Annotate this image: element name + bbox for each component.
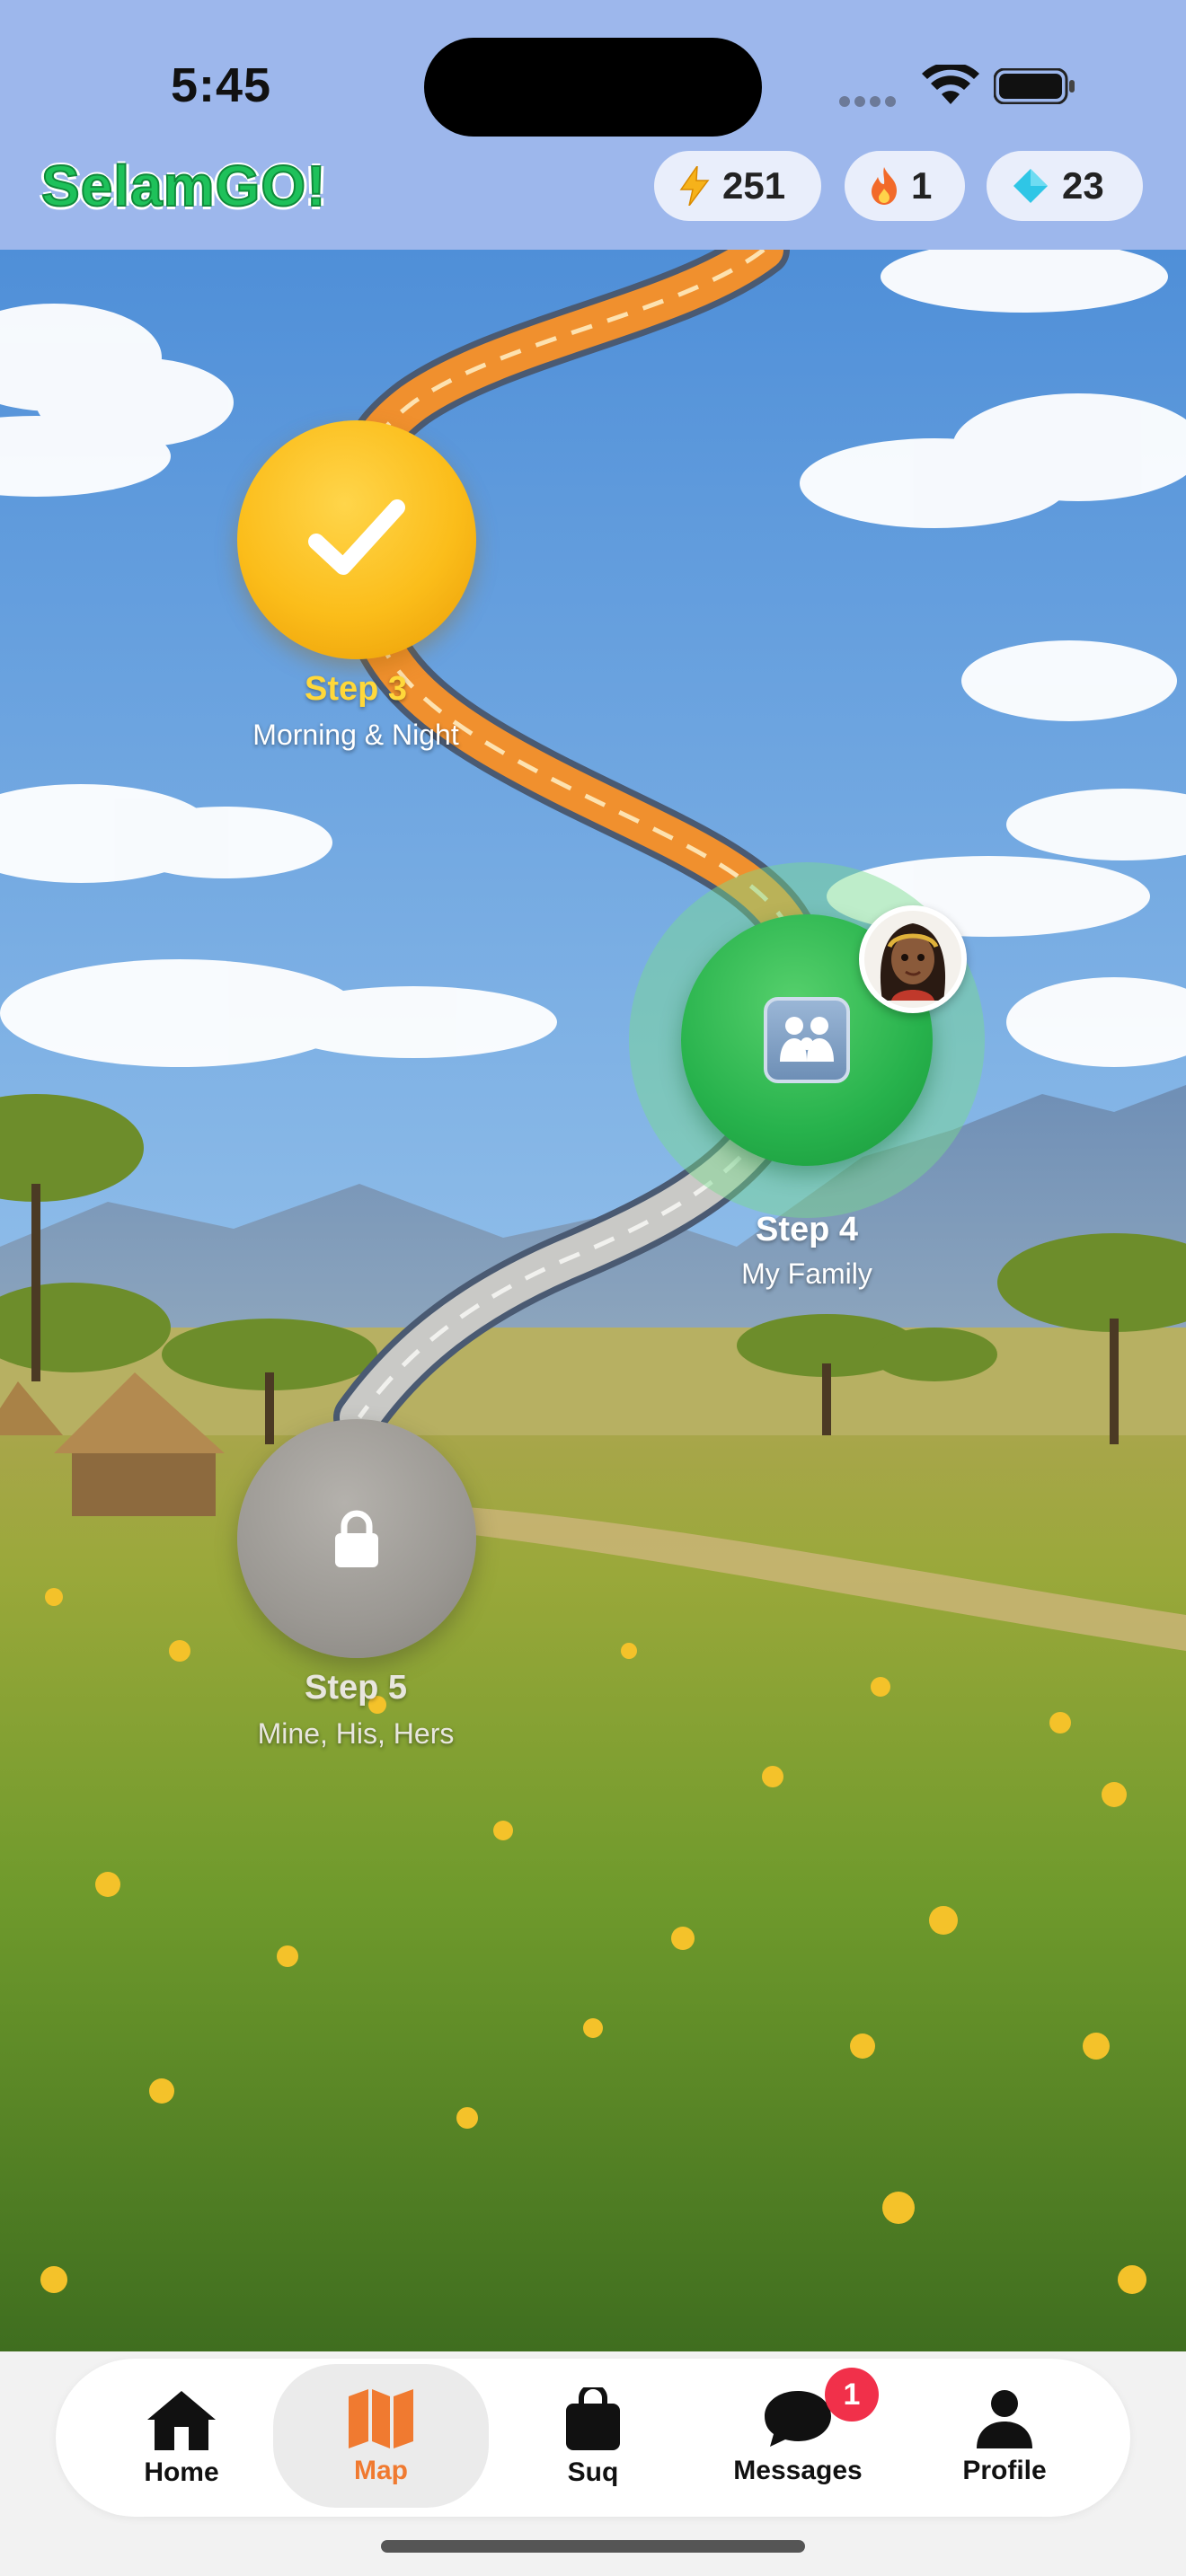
flame-icon: [872, 167, 897, 205]
gems-value: 23: [1062, 164, 1104, 207]
messages-unread-badge: 1: [825, 2368, 879, 2422]
home-indicator: [381, 2540, 805, 2553]
status-indicators: [839, 59, 1082, 113]
shopping-bag-icon: [566, 2387, 620, 2450]
tab-home[interactable]: Home: [74, 2380, 289, 2506]
home-icon: [147, 2391, 216, 2450]
step-3-node[interactable]: [237, 420, 476, 659]
streak-value: 1: [911, 164, 933, 207]
chat-bubble-icon: [765, 2391, 831, 2447]
gems-stat[interactable]: 23: [987, 151, 1143, 221]
lightning-icon: [679, 166, 710, 206]
streak-stat[interactable]: 1: [845, 151, 965, 221]
step-4-title: Step 4: [755, 1211, 859, 1248]
step-3-title: Step 3: [304, 670, 408, 708]
tab-suq-label: Suq: [567, 2457, 619, 2487]
lock-icon: [335, 1510, 378, 1567]
map-icon: [349, 2389, 413, 2448]
brand-logo: SelamGO!: [40, 153, 327, 219]
tab-profile-label: Profile: [962, 2456, 1047, 2485]
tab-map[interactable]: Map: [273, 2364, 489, 2508]
avatar[interactable]: [859, 905, 967, 1013]
energy-stat[interactable]: 251: [654, 151, 821, 221]
energy-value: 251: [722, 164, 786, 207]
dynamic-island: [424, 38, 762, 137]
person-icon: [977, 2390, 1032, 2448]
tab-messages-label: Messages: [733, 2456, 863, 2485]
tab-map-label: Map: [354, 2456, 408, 2485]
status-time: 5:45: [171, 58, 272, 112]
diamond-icon: [1013, 169, 1048, 203]
app-header: 5:45 SelamGO! 251 1 23: [0, 0, 1186, 250]
savanna-background: [0, 250, 1186, 2351]
tab-suq[interactable]: Suq: [485, 2380, 701, 2506]
step-4-subtitle: My Family: [741, 1257, 872, 1290]
step-5-subtitle: Mine, His, Hers: [257, 1717, 455, 1750]
tab-home-label: Home: [144, 2457, 219, 2487]
step-5-title: Step 5: [304, 1669, 408, 1707]
wifi-icon: [922, 65, 979, 104]
tab-profile[interactable]: Profile: [897, 2380, 1112, 2506]
step-3-subtitle: Morning & Night: [252, 719, 459, 751]
battery-icon: [994, 68, 1075, 104]
step-5-node[interactable]: [237, 1419, 476, 1658]
checkmark-icon: [308, 499, 405, 575]
cellular-signal-icon: [839, 95, 902, 107]
journey-map[interactable]: Step 3 Morning & Night Step 4 My Family: [0, 250, 1186, 2351]
family-icon: [764, 997, 850, 1083]
